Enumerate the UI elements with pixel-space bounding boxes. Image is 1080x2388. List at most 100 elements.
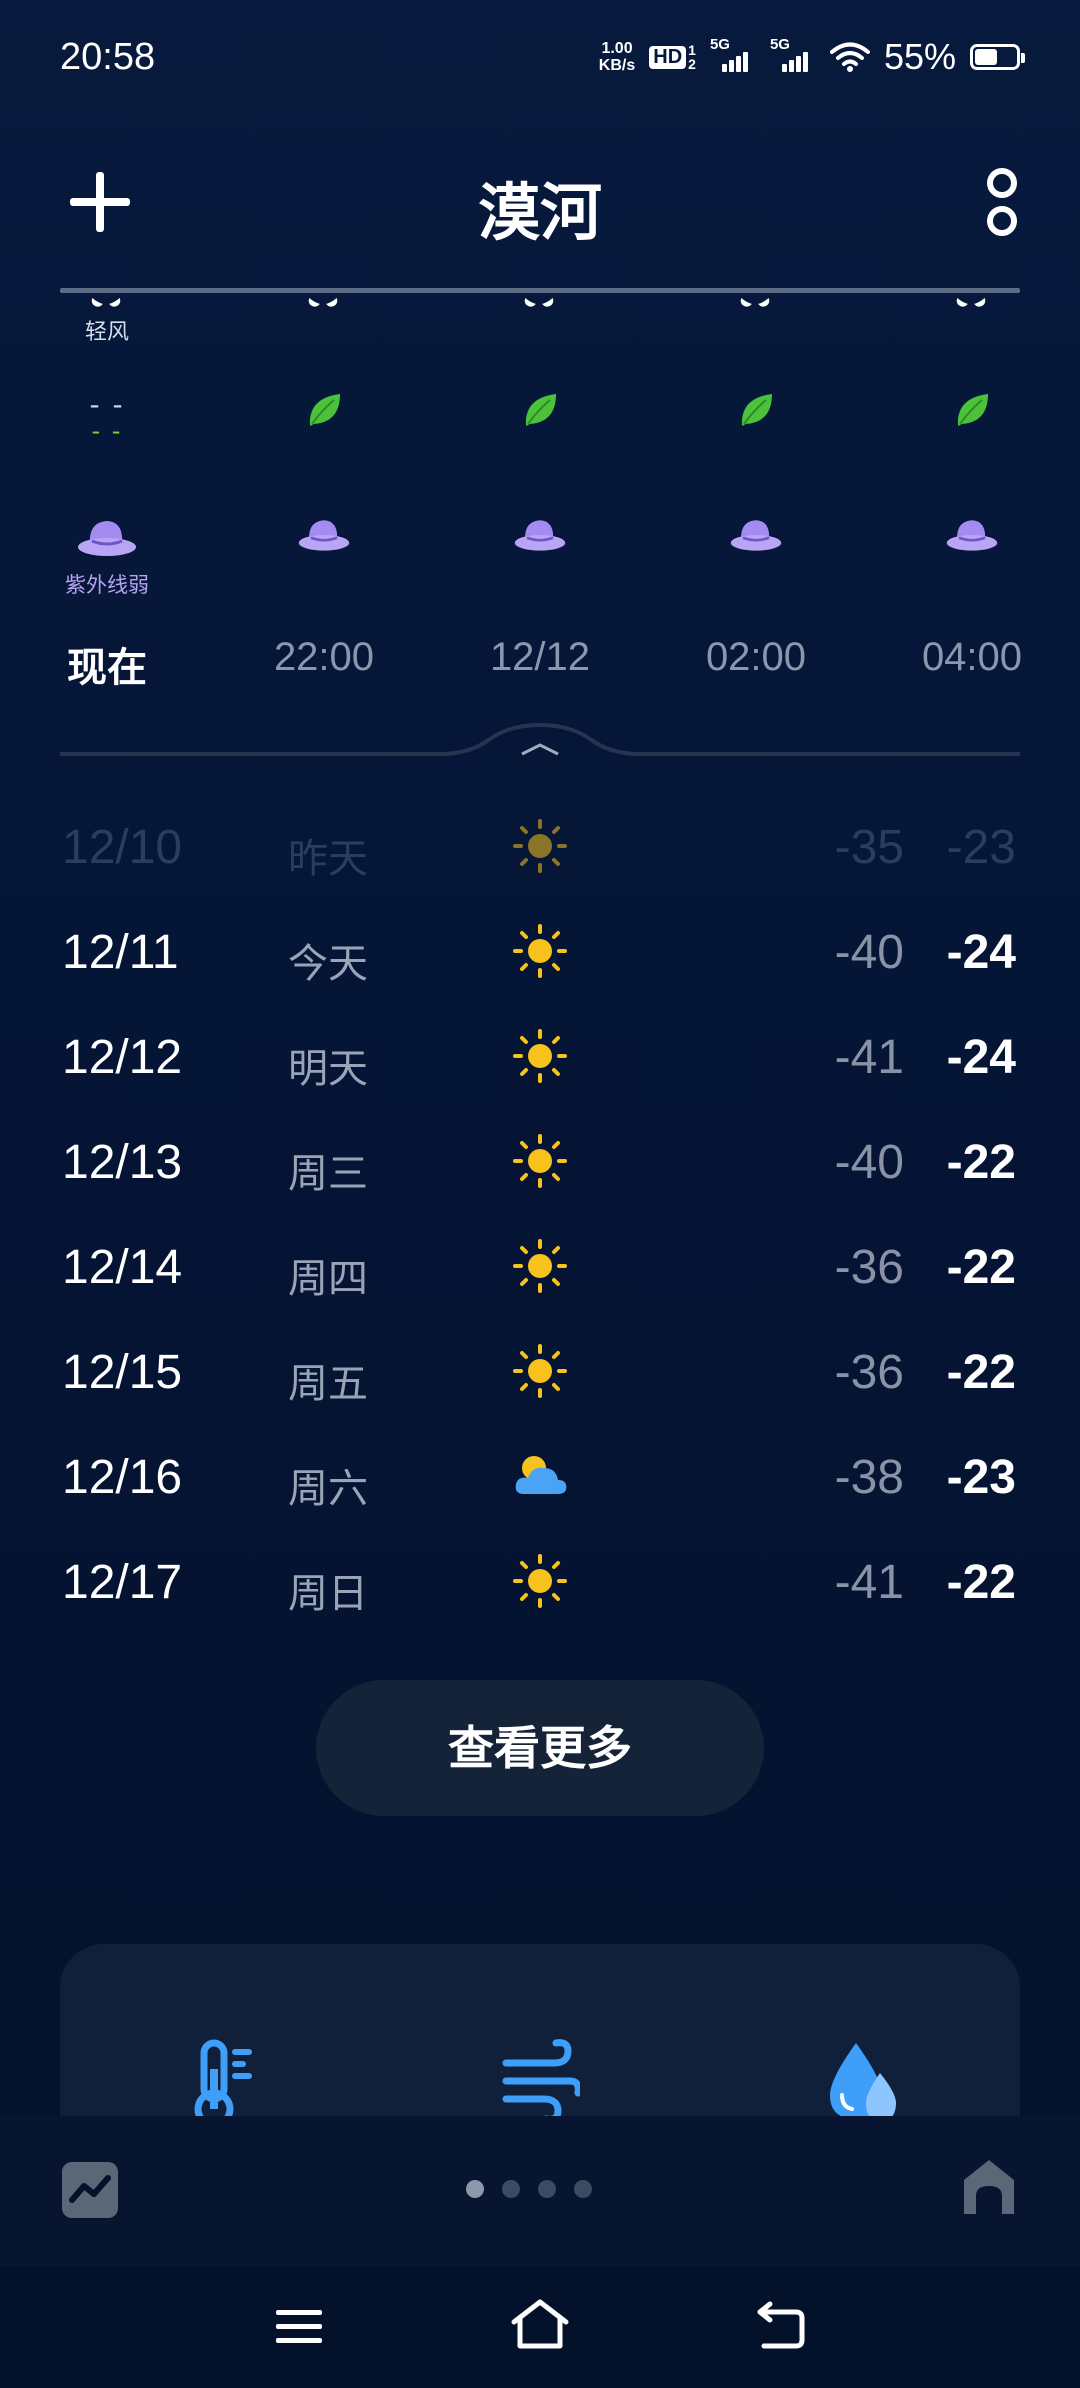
page-dot[interactable] xyxy=(538,2180,556,2198)
daily-day-label: 周六 xyxy=(288,1466,368,1512)
uv-hat-icon xyxy=(730,520,782,551)
sun-icon xyxy=(513,1344,567,1398)
more-options-icon[interactable] xyxy=(982,168,1022,236)
daily-date: 12/16 xyxy=(62,1451,183,1504)
status-bar: 20:58 1.00 KB/s HD 1 2 5G 5G 55% xyxy=(0,0,1080,120)
status-time: 20:58 xyxy=(60,36,156,78)
daily-high-temp: -24 xyxy=(946,1031,1016,1084)
home-location-icon[interactable] xyxy=(960,2156,1018,2218)
air-quality: - - - - xyxy=(7,390,207,450)
leaf-icon xyxy=(957,394,988,426)
wind-icon xyxy=(520,290,560,306)
sun-icon xyxy=(513,1134,567,1188)
daily-high-temp: -22 xyxy=(946,1556,1016,1609)
daily-day-label: 周四 xyxy=(288,1256,368,1302)
uv-level-label: 紫外线弱 xyxy=(65,573,149,597)
daily-day-label: 明天 xyxy=(288,1046,368,1092)
page-indicator xyxy=(466,2180,592,2198)
daily-low-temp: -41 xyxy=(834,1556,904,1609)
hourly-time-label: 12/12 xyxy=(489,635,591,679)
hourly-time-label: 04:00 xyxy=(921,635,1023,679)
wind-icon xyxy=(304,290,344,306)
hourly-time-label: 02:00 xyxy=(705,635,807,679)
home-icon[interactable] xyxy=(510,2298,570,2350)
daily-high-temp: -22 xyxy=(946,1346,1016,1399)
daily-day-label: 周日 xyxy=(288,1571,368,1617)
trend-chart-icon[interactable] xyxy=(62,2162,118,2218)
daily-day-label: 昨天 xyxy=(288,836,368,882)
sun-icon xyxy=(513,1029,567,1083)
daily-low-temp: -38 xyxy=(834,1451,904,1504)
wind-icon xyxy=(87,290,127,306)
uv-hat-icon xyxy=(514,520,566,551)
daily-date: 12/14 xyxy=(62,1241,183,1294)
menu-icon[interactable] xyxy=(276,2308,322,2346)
battery-icon xyxy=(970,44,1025,70)
network-speed-unit: KB/s xyxy=(598,57,636,74)
leaf-icon xyxy=(309,394,340,426)
daily-date: 12/12 xyxy=(62,1031,183,1084)
daily-high-temp: -22 xyxy=(946,1136,1016,1189)
hourly-time-label: 现在 xyxy=(67,645,147,691)
header: 漠河 xyxy=(0,140,1080,260)
hourly-column: 02:00 xyxy=(656,290,856,679)
weather-details-card xyxy=(60,1944,1020,2144)
daily-date: 12/11 xyxy=(62,926,179,979)
daily-row[interactable]: 12/11 今天 -40 -24 xyxy=(0,905,1080,1005)
page-dot[interactable] xyxy=(502,2180,520,2198)
city-title: 漠河 xyxy=(477,176,602,249)
signal-2-label: 5G xyxy=(769,36,790,53)
page-dot[interactable] xyxy=(574,2180,592,2198)
daily-row[interactable]: 12/10 昨天 -35 -23 xyxy=(0,800,1080,900)
hourly-forecast[interactable]: 轻风 - - - - 紫外线弱 现在 22:00 12/12 02:00 04:… xyxy=(0,290,1080,730)
uv-index: 紫外线弱 xyxy=(7,515,207,599)
battery-percent: 55% xyxy=(883,36,956,77)
daily-high-temp: -23 xyxy=(946,821,1016,874)
leaf-icon xyxy=(525,394,556,426)
daily-row[interactable]: 12/12 明天 -41 -24 xyxy=(0,1010,1080,1110)
weather-app: 20:58 1.00 KB/s HD 1 2 5G 5G 55% 漠河 轻风 -… xyxy=(0,0,1080,2388)
uv-index xyxy=(440,515,640,559)
daily-row[interactable]: 12/14 周四 -36 -22 xyxy=(0,1220,1080,1320)
daily-date: 12/10 xyxy=(62,821,183,874)
daily-low-temp: -40 xyxy=(834,1136,904,1189)
uv-index xyxy=(224,515,424,559)
page-dot[interactable] xyxy=(466,2180,484,2198)
daily-row[interactable]: 12/16 周六 -38 -23 xyxy=(0,1430,1080,1530)
daily-low-temp: -35 xyxy=(834,821,904,874)
hourly-column: 22:00 xyxy=(224,290,424,679)
daily-row[interactable]: 12/13 周三 -40 -22 xyxy=(0,1115,1080,1215)
daily-day-label: 周五 xyxy=(288,1361,368,1407)
hourly-column: 12/12 xyxy=(440,290,640,679)
wifi-icon xyxy=(829,42,870,72)
daily-low-temp: -36 xyxy=(834,1241,904,1294)
aqi-level: - - xyxy=(91,417,123,445)
uv-hat-icon xyxy=(298,520,350,551)
daily-row[interactable]: 12/15 周五 -36 -22 xyxy=(0,1325,1080,1425)
chevron-up-icon xyxy=(521,743,559,756)
air-quality xyxy=(872,390,1072,450)
daily-low-temp: -40 xyxy=(834,926,904,979)
hd-label: HD xyxy=(649,45,687,69)
hourly-column: 04:00 xyxy=(872,290,1072,679)
view-more-button[interactable]: 查看更多 xyxy=(316,1680,764,1816)
sun-icon xyxy=(513,819,567,873)
air-quality xyxy=(656,390,856,450)
back-icon[interactable] xyxy=(756,2300,806,2350)
hourly-time-label: 22:00 xyxy=(273,635,375,679)
aqi-value: - - xyxy=(89,388,125,421)
partly-cloudy-icon xyxy=(515,1456,567,1494)
daily-row[interactable]: 12/17 周日 -41 -22 xyxy=(0,1535,1080,1635)
daily-high-temp: -22 xyxy=(946,1241,1016,1294)
daily-date: 12/13 xyxy=(62,1136,183,1189)
daily-day-label: 周三 xyxy=(288,1151,368,1197)
collapse-handle[interactable] xyxy=(60,715,1020,765)
sun-icon xyxy=(513,1239,567,1293)
wind-level-label: 轻风 xyxy=(84,320,129,345)
air-quality xyxy=(224,390,424,450)
signal-5g-icon-2: 5G xyxy=(770,36,816,72)
daily-day-label: 今天 xyxy=(288,941,368,987)
air-quality xyxy=(440,390,640,450)
sun-icon xyxy=(513,1554,567,1608)
daily-low-temp: -41 xyxy=(834,1031,904,1084)
